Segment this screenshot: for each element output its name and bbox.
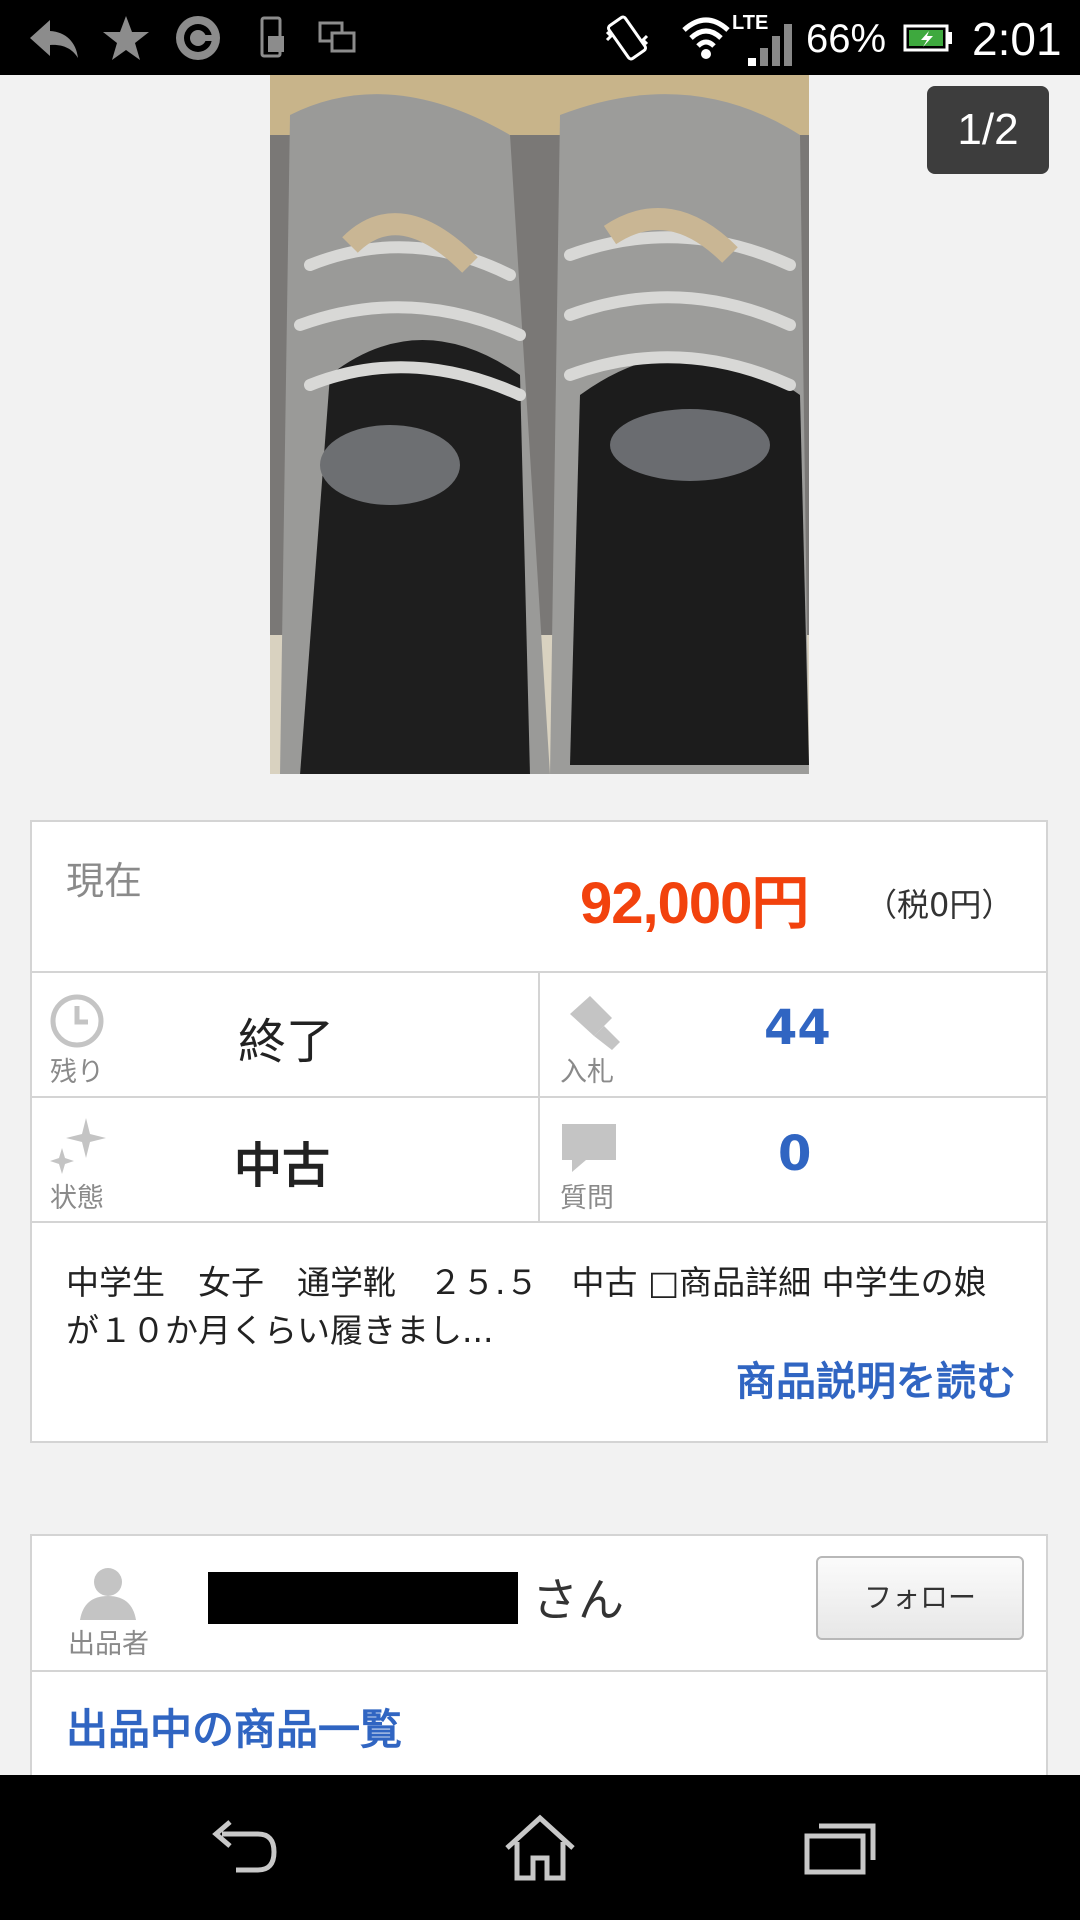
- status-bar: LTE 66% 2:01: [0, 0, 1080, 75]
- battery-percent: 66%: [806, 17, 887, 61]
- vibrate-icon: [600, 10, 654, 66]
- user-icon: [78, 1566, 138, 1624]
- questions-caption: 質問: [560, 1183, 614, 1214]
- clock: 2:01: [972, 13, 1062, 65]
- current-price-label: 現在: [66, 859, 143, 903]
- image-counter: 1/2: [927, 86, 1049, 174]
- read-description-link[interactable]: 商品説明を読む: [736, 1349, 1016, 1407]
- back-icon[interactable]: [160, 1775, 320, 1920]
- star-icon: [98, 10, 154, 66]
- divider: [32, 1670, 1046, 1672]
- wifi-icon: [678, 10, 734, 66]
- seller-panel: 出品者 さん フォロー 出品中の商品一覧: [30, 1534, 1048, 1784]
- seller-honorific: さん: [532, 1573, 624, 1627]
- seller-listings-link[interactable]: 出品中の商品一覧: [66, 1696, 402, 1757]
- condition-caption: 状態: [50, 1183, 104, 1214]
- tax-amount: （税0円）: [865, 886, 1014, 924]
- reply-icon: [26, 10, 82, 66]
- description-snippet: 中学生 女子 通学靴 ２５.５ 中古 □商品詳細 中学生の娘が１０か月くらい履き…: [66, 1263, 987, 1350]
- description-section: 中学生 女子 通学靴 ２５.５ 中古 □商品詳細 中学生の娘が１０か月くらい履き…: [32, 1223, 1046, 1441]
- sparkle-icon: [48, 1118, 108, 1180]
- product-photo[interactable]: [270, 75, 809, 774]
- screenshot-icon: [316, 10, 360, 66]
- speech-bubble-icon: [560, 1122, 618, 1176]
- auction-info-panel: 現在 92,000円 （税0円） 残り 終了 入札 44 状態 中古 質問 0 …: [30, 820, 1048, 1443]
- signal-icon: [742, 16, 794, 72]
- follow-button[interactable]: フォロー: [816, 1556, 1024, 1640]
- gavel-icon: [560, 992, 620, 1054]
- home-icon[interactable]: [460, 1775, 620, 1920]
- current-price: 92,000円: [580, 871, 809, 936]
- divider: [32, 1096, 1046, 1098]
- clock-icon: [48, 992, 106, 1054]
- target-app-icon: [170, 10, 226, 66]
- seller-name-redacted[interactable]: [208, 1572, 518, 1624]
- seller-caption: 出品者: [68, 1629, 149, 1660]
- condition-value: 中古: [234, 1138, 331, 1194]
- time-left-caption: 残り: [50, 1057, 104, 1088]
- recent-apps-icon[interactable]: [760, 1775, 920, 1920]
- battery-icon: [902, 10, 954, 66]
- device-icon: [254, 10, 290, 66]
- bid-count[interactable]: 44: [764, 1000, 831, 1056]
- bids-caption: 入札: [560, 1057, 614, 1088]
- time-left-value: 終了: [238, 1014, 335, 1070]
- question-count[interactable]: 0: [778, 1126, 811, 1182]
- navigation-bar: [0, 1775, 1080, 1920]
